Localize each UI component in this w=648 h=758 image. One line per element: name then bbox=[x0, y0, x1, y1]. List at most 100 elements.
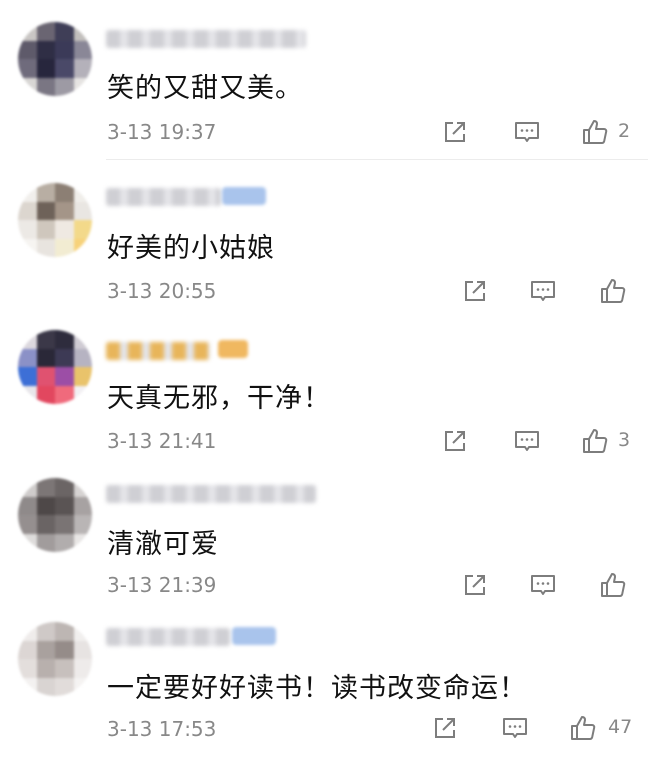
avatar-mosaic-tile bbox=[36, 238, 55, 257]
avatar-mosaic-tile bbox=[18, 622, 37, 641]
avatar-mosaic-tile bbox=[73, 40, 92, 59]
avatar[interactable] bbox=[18, 183, 92, 257]
avatar-mosaic-tile bbox=[55, 385, 74, 404]
avatar-mosaic-tile bbox=[55, 201, 74, 220]
avatar-mosaic-tile bbox=[55, 640, 74, 659]
comment-text: 笑的又甜又美。 bbox=[107, 73, 303, 104]
avatar-mosaic-tile bbox=[36, 77, 55, 96]
avatar-mosaic-tile bbox=[73, 515, 92, 534]
avatar-mosaic-tile bbox=[55, 238, 74, 257]
avatar-mosaic-tile bbox=[73, 659, 92, 678]
thumbs-up-icon[interactable] bbox=[598, 276, 628, 306]
username-blurred[interactable] bbox=[106, 342, 210, 360]
avatar-mosaic-tile bbox=[18, 515, 37, 534]
comment-time: 3-13 19:37 bbox=[107, 120, 217, 144]
username-blurred[interactable] bbox=[106, 188, 221, 206]
avatar-mosaic-tile bbox=[18, 496, 37, 515]
comment-icon[interactable] bbox=[528, 276, 558, 306]
avatar-mosaic-tile bbox=[73, 622, 92, 641]
avatar-mosaic-tile bbox=[36, 22, 55, 41]
comment-actions: 3 bbox=[440, 426, 640, 456]
avatar-mosaic-tile bbox=[55, 659, 74, 678]
avatar[interactable] bbox=[18, 330, 92, 404]
avatar-mosaic-tile bbox=[73, 220, 92, 239]
avatar-mosaic-tile bbox=[73, 367, 92, 386]
avatar-mosaic-tile bbox=[36, 640, 55, 659]
avatar-mosaic-tile bbox=[55, 40, 74, 59]
avatar-mosaic-tile bbox=[18, 533, 37, 552]
avatar-mosaic-tile bbox=[36, 385, 55, 404]
avatar-mosaic-tile bbox=[55, 77, 74, 96]
comment-text: 清澈可爱 bbox=[107, 529, 219, 560]
avatar-mosaic-tile bbox=[18, 478, 37, 497]
avatar-mosaic-tile bbox=[55, 622, 74, 641]
comment-icon[interactable] bbox=[500, 713, 530, 743]
username-blurred[interactable] bbox=[106, 30, 306, 48]
share-icon[interactable] bbox=[460, 276, 490, 306]
avatar-mosaic-tile bbox=[36, 183, 55, 202]
avatar-mosaic-tile bbox=[36, 659, 55, 678]
avatar[interactable] bbox=[18, 478, 92, 552]
comment-actions bbox=[460, 570, 640, 600]
comment-time: 3-13 21:41 bbox=[107, 429, 217, 453]
comment-icon[interactable] bbox=[528, 570, 558, 600]
avatar-mosaic-tile bbox=[73, 677, 92, 696]
comment-icon[interactable] bbox=[512, 117, 542, 147]
comment-actions bbox=[460, 276, 640, 306]
like-count: 2 bbox=[618, 120, 631, 142]
thumbs-up-icon[interactable] bbox=[568, 713, 598, 743]
avatar-mosaic-tile bbox=[36, 533, 55, 552]
avatar-mosaic-tile bbox=[55, 183, 74, 202]
avatar-mosaic-tile bbox=[55, 367, 74, 386]
share-icon[interactable] bbox=[430, 713, 460, 743]
user-badge bbox=[218, 340, 248, 358]
like-count: 47 bbox=[608, 716, 633, 738]
avatar-mosaic-tile bbox=[36, 220, 55, 239]
comment-time: 3-13 20:55 bbox=[107, 279, 217, 303]
avatar-mosaic-tile bbox=[55, 330, 74, 349]
avatar-mosaic-tile bbox=[73, 533, 92, 552]
avatar-mosaic-tile bbox=[73, 348, 92, 367]
avatar[interactable] bbox=[18, 22, 92, 96]
avatar-mosaic-tile bbox=[18, 659, 37, 678]
avatar-mosaic-tile bbox=[18, 330, 37, 349]
share-icon[interactable] bbox=[440, 117, 470, 147]
username-blurred[interactable] bbox=[106, 485, 316, 503]
username-blurred[interactable] bbox=[106, 628, 230, 646]
avatar-mosaic-tile bbox=[73, 59, 92, 78]
avatar-mosaic-tile bbox=[18, 40, 37, 59]
thumbs-up-icon[interactable] bbox=[580, 117, 610, 147]
avatar-mosaic-tile bbox=[18, 348, 37, 367]
share-icon[interactable] bbox=[460, 570, 490, 600]
avatar-mosaic-tile bbox=[36, 677, 55, 696]
avatar-mosaic-tile bbox=[36, 330, 55, 349]
avatar-mosaic-tile bbox=[18, 220, 37, 239]
comment-time: 3-13 21:39 bbox=[107, 573, 217, 597]
avatar-mosaic-tile bbox=[55, 59, 74, 78]
avatar-mosaic-tile bbox=[36, 496, 55, 515]
comment-actions: 47 bbox=[430, 713, 640, 743]
comment-text: 一定要好好读书！读书改变命运！ bbox=[107, 673, 527, 704]
avatar-mosaic-tile bbox=[55, 220, 74, 239]
avatar-mosaic-tile bbox=[73, 478, 92, 497]
avatar[interactable] bbox=[18, 622, 92, 696]
avatar-mosaic-tile bbox=[73, 640, 92, 659]
avatar-mosaic-tile bbox=[36, 348, 55, 367]
share-icon[interactable] bbox=[440, 426, 470, 456]
divider bbox=[106, 159, 648, 160]
avatar-mosaic-tile bbox=[73, 496, 92, 515]
thumbs-up-icon[interactable] bbox=[580, 426, 610, 456]
avatar-mosaic-tile bbox=[36, 367, 55, 386]
comment-icon[interactable] bbox=[512, 426, 542, 456]
avatar-mosaic-tile bbox=[55, 515, 74, 534]
avatar-mosaic-tile bbox=[36, 201, 55, 220]
avatar-mosaic-tile bbox=[55, 348, 74, 367]
thumbs-up-icon[interactable] bbox=[598, 570, 628, 600]
avatar-mosaic-tile bbox=[36, 515, 55, 534]
avatar-mosaic-tile bbox=[55, 478, 74, 497]
avatar-mosaic-tile bbox=[18, 59, 37, 78]
avatar-mosaic-tile bbox=[18, 385, 37, 404]
comment-text: 天真无邪，干净！ bbox=[107, 383, 331, 414]
avatar-mosaic-tile bbox=[73, 183, 92, 202]
avatar-mosaic-tile bbox=[18, 238, 37, 257]
